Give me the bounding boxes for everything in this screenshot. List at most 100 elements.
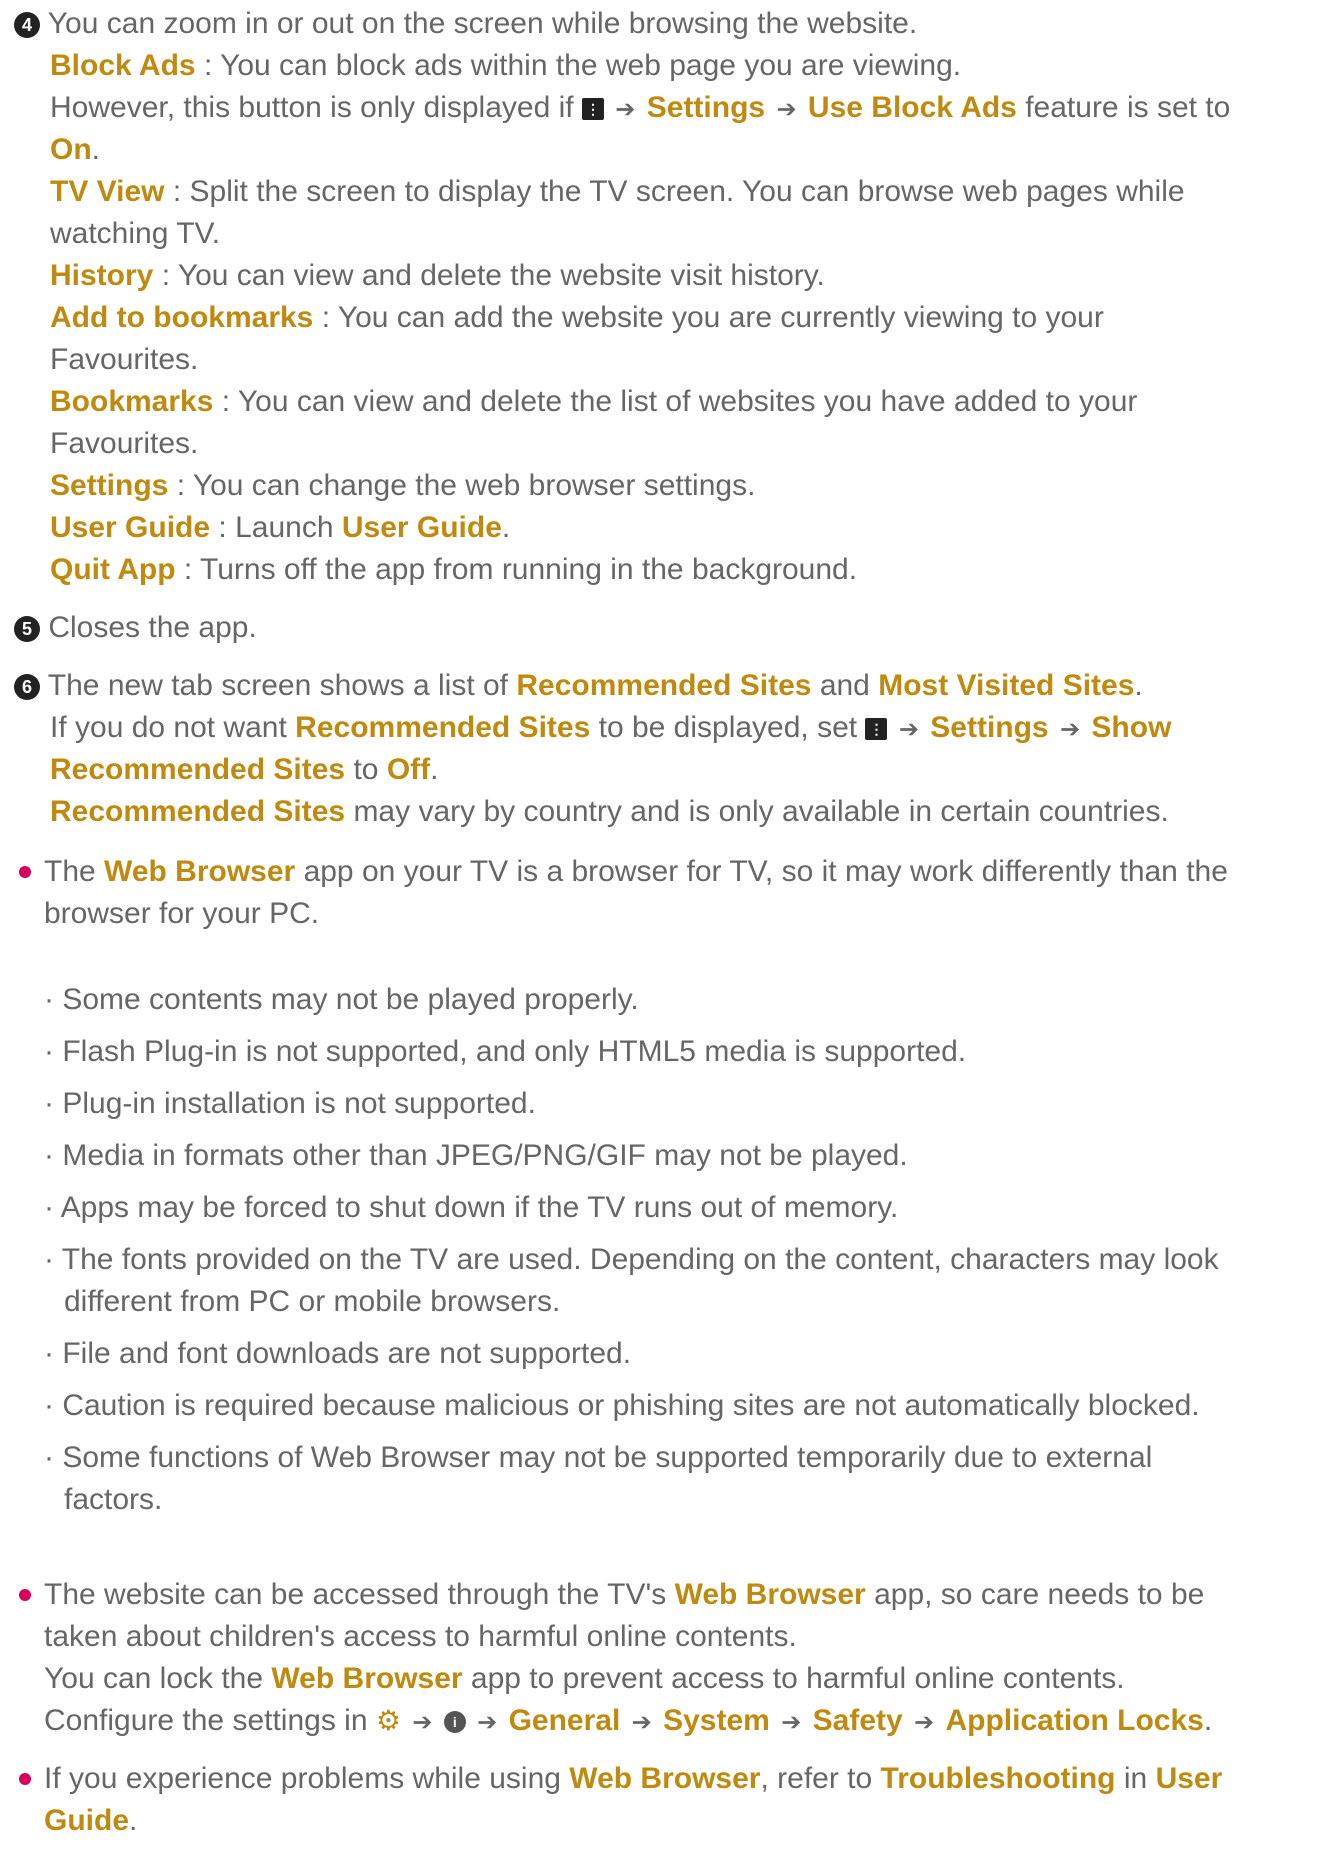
bullet1-a: The xyxy=(44,855,96,888)
tv-view-desc-1: : Split the screen to display the TV scr… xyxy=(172,175,1185,208)
settings-line: Settings : You can change the web browse… xyxy=(50,468,755,504)
off-term: Off xyxy=(386,753,431,786)
quit-app-term: Quit App xyxy=(50,553,176,586)
most-visited-sites-term: Most Visited Sites xyxy=(878,669,1135,702)
bullet1-line-2: browser for your PC. xyxy=(44,896,319,932)
add-bookmarks-desc-1: : You can add the website you are curren… xyxy=(321,301,1104,334)
add-bookmarks-line: Add to bookmarks : You can add the websi… xyxy=(50,300,1104,336)
add-bookmarks-line-2: Favourites. xyxy=(50,342,198,378)
arrow-icon: ➔ xyxy=(914,1709,935,1736)
sub-item-text: different from PC or mobile browsers. xyxy=(64,1285,561,1318)
arrow-icon: ➔ xyxy=(781,1709,802,1736)
item6-line-2: If you do not want Recommended Sites to … xyxy=(50,710,1171,748)
user-guide-line: User Guide : Launch User Guide. xyxy=(50,510,510,546)
bullet2-d: You can lock the xyxy=(44,1662,264,1695)
safety-term: Safety xyxy=(812,1704,903,1737)
bullet2-f: Configure the settings in xyxy=(44,1704,368,1737)
settings-desc: : You can change the web browser setting… xyxy=(176,469,756,502)
bullet3-b: , refer to xyxy=(760,1762,873,1795)
sub-item: · Some contents may not be played proper… xyxy=(44,983,639,1016)
bullet3-line-2: Guide. xyxy=(44,1803,137,1839)
bullet2-line-4: Configure the settings in ⚙ ➔ i ➔ Genera… xyxy=(44,1703,1212,1741)
bullet1-c: browser for your PC. xyxy=(44,897,320,930)
item4-intro-line: 4 You can zoom in or out on the screen w… xyxy=(14,6,917,42)
period: . xyxy=(91,133,101,166)
item6-d: may vary by country and is only availabl… xyxy=(353,795,1169,828)
bullet2-c: taken about children's access to harmful… xyxy=(44,1620,797,1653)
add-bookmarks-desc-2: Favourites. xyxy=(50,343,199,376)
arrow-icon: ➔ xyxy=(615,96,636,123)
bullet1-line-1: The Web Browser app on your TV is a brow… xyxy=(44,854,1228,890)
bullet3-in: in xyxy=(1123,1762,1148,1795)
sub-item-cont: factors. xyxy=(64,1482,162,1518)
sub-item: · Flash Plug-in is not supported, and on… xyxy=(44,1035,967,1068)
tv-view-line: TV View : Split the screen to display th… xyxy=(50,174,1185,210)
system-term: System xyxy=(663,1704,770,1737)
item6-c: to be displayed, set xyxy=(598,711,858,744)
period: . xyxy=(430,753,439,786)
history-desc: : You can view and delete the website vi… xyxy=(161,259,825,292)
bullet2-e: app to prevent access to harmful online … xyxy=(470,1662,1125,1695)
user-guide-link: User Guide xyxy=(341,511,502,544)
settings-term: Settings xyxy=(646,91,766,124)
sub-item-cont: different from PC or mobile browsers. xyxy=(64,1284,560,1320)
sub-item-text: The fonts provided on the TV are used. D… xyxy=(61,1243,1219,1276)
bookmarks-line: Bookmarks : You can view and delete the … xyxy=(50,384,1137,420)
item6-b: If you do not want xyxy=(50,711,287,744)
block-ads-desc: : You can block ads within the web page … xyxy=(203,49,962,82)
block-ads-note-b: feature is set to xyxy=(1025,91,1231,124)
sub-item-text: Some contents may not be played properly… xyxy=(62,983,639,1016)
bullet-dot xyxy=(19,1589,31,1601)
user-guide-term: User Guide xyxy=(50,511,211,544)
sub-item-text: File and font downloads are not supporte… xyxy=(62,1337,632,1370)
menu-icon: ⋮ xyxy=(581,98,604,120)
period: . xyxy=(129,1804,138,1837)
recommended-sites-term: Recommended Sites xyxy=(50,753,346,786)
application-locks-term: Application Locks xyxy=(945,1704,1204,1737)
arrow-icon: ➔ xyxy=(631,1709,652,1736)
guide-term: Guide xyxy=(44,1804,130,1837)
bookmarks-term: Bookmarks xyxy=(50,385,214,418)
block-ads-on-line: On. xyxy=(50,132,100,168)
sub-item-text: Plug-in installation is not supported. xyxy=(62,1087,536,1120)
block-ads-note-a: However, this button is only displayed i… xyxy=(50,91,574,124)
item6-a: The new tab screen shows a list of xyxy=(47,669,509,702)
item4-intro: You can zoom in or out on the screen whi… xyxy=(47,7,918,40)
item6-line-4: Recommended Sites may vary by country an… xyxy=(50,794,1169,830)
recommended-sites-term: Recommended Sites xyxy=(516,669,812,702)
general-term: General xyxy=(508,1704,621,1737)
sub-item: · Some functions of Web Browser may not … xyxy=(44,1441,1153,1474)
settings-term: Settings xyxy=(930,711,1049,744)
web-browser-term: Web Browser xyxy=(674,1578,866,1611)
sub-item: · Apps may be forced to shut down if the… xyxy=(44,1191,899,1224)
history-term: History xyxy=(50,259,154,292)
gear-icon: ⚙ xyxy=(375,1705,401,1736)
block-ads-line: Block Ads : You can block ads within the… xyxy=(50,48,961,84)
item6-to: to xyxy=(353,753,379,786)
history-line: History : You can view and delete the we… xyxy=(50,258,825,294)
sub-item-text: Media in formats other than JPEG/PNG/GIF… xyxy=(62,1139,908,1172)
sub-item-text: Caution is required because malicious or… xyxy=(62,1389,1200,1422)
period: . xyxy=(1134,669,1143,702)
sub-item-text: Flash Plug-in is not supported, and only… xyxy=(62,1035,967,1068)
item6-line-3: Recommended Sites to Off. xyxy=(50,752,438,788)
bullet2-line-2: taken about children's access to harmful… xyxy=(44,1619,797,1655)
bookmarks-desc-2: Favourites. xyxy=(50,427,199,460)
arrow-icon: ➔ xyxy=(477,1709,498,1736)
bullet2-line-1: The website can be accessed through the … xyxy=(44,1577,1204,1613)
tv-view-line-2: watching TV. xyxy=(50,216,220,252)
item6-line-1: 6 The new tab screen shows a list of Rec… xyxy=(14,668,1143,704)
web-browser-term: Web Browser xyxy=(104,855,296,888)
bullet2-b: app, so care needs to be xyxy=(874,1578,1205,1611)
bookmarks-line-2: Favourites. xyxy=(50,426,198,462)
info-icon: i xyxy=(443,1711,466,1733)
sub-item: · Caution is required because malicious … xyxy=(44,1389,1200,1422)
period: . xyxy=(501,511,511,544)
bullet-dot xyxy=(19,866,31,878)
sub-item: · The fonts provided on the TV are used.… xyxy=(44,1243,1219,1276)
arrow-icon: ➔ xyxy=(776,96,797,123)
item6-and: and xyxy=(819,669,870,702)
sub-item: · Media in formats other than JPEG/PNG/G… xyxy=(44,1139,908,1172)
block-ads-note-line: However, this button is only displayed i… xyxy=(50,90,1230,128)
sub-item-text: Apps may be forced to shut down if the T… xyxy=(60,1191,899,1224)
